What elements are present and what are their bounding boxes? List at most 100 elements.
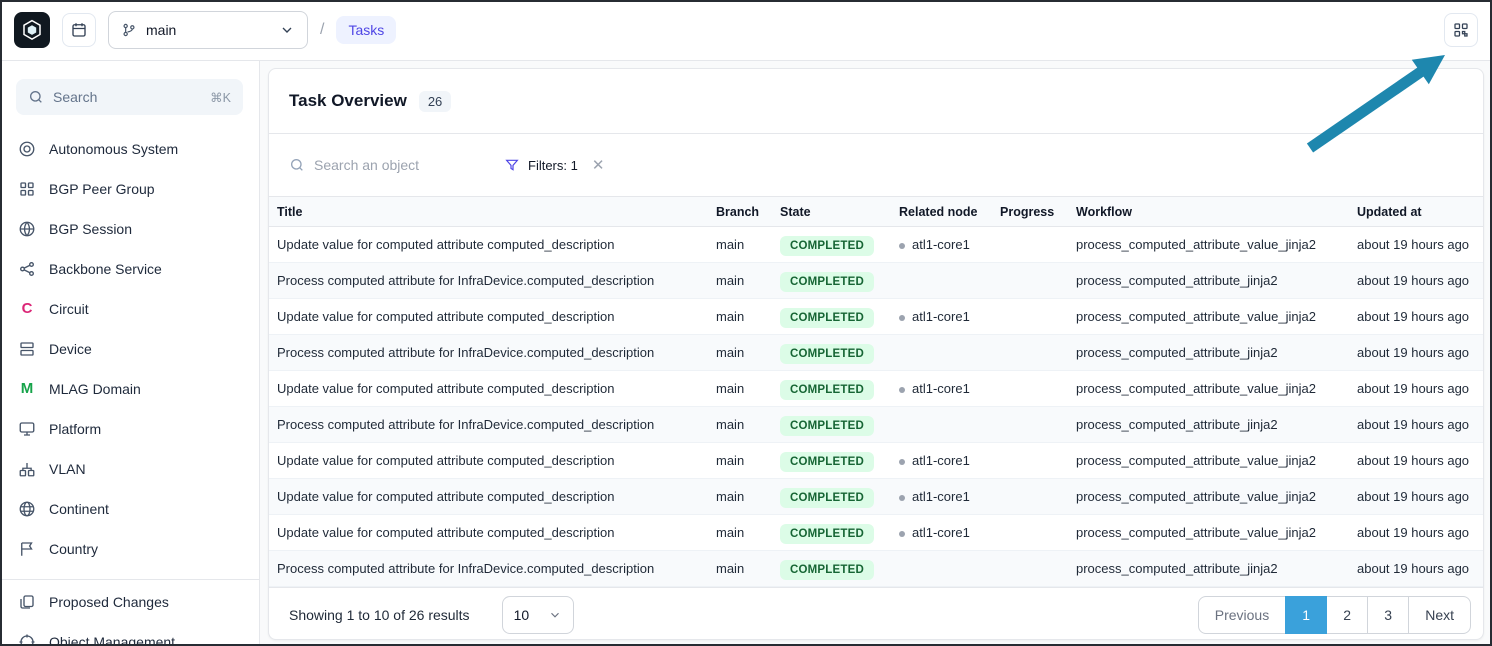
pagination-page-2[interactable]: 2: [1326, 596, 1368, 634]
object-search[interactable]: [289, 147, 504, 183]
app-logo[interactable]: [14, 12, 50, 48]
table-row[interactable]: Process computed attribute for InfraDevi…: [269, 263, 1484, 299]
task-count-badge: 26: [419, 91, 451, 112]
cell-workflow: process_computed_attribute_value_jinja2: [1068, 299, 1349, 335]
sidebar-item-label: Circuit: [49, 301, 89, 317]
table-row[interactable]: Update value for computed attribute comp…: [269, 227, 1484, 263]
filters-button[interactable]: Filters: 1: [504, 157, 578, 173]
cell-related-node: atl1-core1: [891, 371, 992, 407]
sidebar-item-label: Object Management: [49, 634, 175, 646]
cell-title: Update value for computed attribute comp…: [269, 299, 708, 335]
table-row[interactable]: Process computed attribute for InfraDevi…: [269, 407, 1484, 443]
sidebar-item-mlag-domain[interactable]: MMLAG Domain: [0, 369, 259, 409]
sidebar-item-label: Proposed Changes: [49, 594, 169, 610]
sidebar-item-device[interactable]: Device: [0, 329, 259, 369]
git-branch-icon: [121, 22, 137, 38]
sidebar-search[interactable]: Search ⌘K: [16, 79, 243, 115]
related-node-label: atl1-core1: [912, 381, 970, 396]
state-badge: COMPLETED: [780, 524, 874, 544]
sidebar-item-bgp-peer-group[interactable]: BGP Peer Group: [0, 169, 259, 209]
sidebar-item-proposed-changes[interactable]: Proposed Changes: [0, 582, 259, 622]
cell-state: COMPLETED: [772, 335, 891, 371]
cell-state: COMPLETED: [772, 263, 891, 299]
sidebar-item-label: Country: [49, 541, 98, 557]
cell-progress: [992, 335, 1068, 371]
cell-workflow: process_computed_attribute_value_jinja2: [1068, 371, 1349, 407]
branch-selector[interactable]: main: [108, 11, 308, 49]
cell-updated-at: about 19 hours ago: [1349, 227, 1484, 263]
sidebar-item-vlan[interactable]: VLAN: [0, 449, 259, 489]
crosshair-icon: [18, 633, 36, 646]
cell-workflow: process_computed_attribute_value_jinja2: [1068, 515, 1349, 551]
sidebar-item-backbone-service[interactable]: Backbone Service: [0, 249, 259, 289]
cell-state: COMPLETED: [772, 515, 891, 551]
cell-progress: [992, 443, 1068, 479]
cell-title: Update value for computed attribute comp…: [269, 371, 708, 407]
main-content: Task Overview 26 Filters: 1 ✕: [260, 61, 1492, 646]
cell-progress: [992, 371, 1068, 407]
pagination-next[interactable]: Next: [1408, 596, 1471, 634]
sidebar-item-object-management[interactable]: Object Management: [0, 622, 259, 646]
sidebar-item-label: VLAN: [49, 461, 86, 477]
node-dot-icon: [899, 531, 905, 537]
state-badge: COMPLETED: [780, 452, 874, 472]
sidebar-item-label: Autonomous System: [49, 141, 178, 157]
cell-workflow: process_computed_attribute_jinja2: [1068, 407, 1349, 443]
breadcrumb-tasks[interactable]: Tasks: [336, 16, 396, 44]
table-row[interactable]: Update value for computed attribute comp…: [269, 479, 1484, 515]
object-search-input[interactable]: [314, 157, 489, 173]
grid-squares-icon: [18, 180, 36, 198]
cell-title: Update value for computed attribute comp…: [269, 227, 708, 263]
cell-updated-at: about 19 hours ago: [1349, 479, 1484, 515]
table-row[interactable]: Update value for computed attribute comp…: [269, 515, 1484, 551]
cell-workflow: process_computed_attribute_jinja2: [1068, 551, 1349, 587]
related-node-label: atl1-core1: [912, 309, 970, 324]
cell-related-node: atl1-core1: [891, 479, 992, 515]
time-travel-button[interactable]: [62, 13, 96, 47]
page-size-select[interactable]: 10: [502, 596, 574, 634]
card-footer: Showing 1 to 10 of 26 results 10 Previou…: [269, 587, 1483, 640]
cell-branch: main: [708, 443, 772, 479]
globe-lines-icon: [18, 220, 36, 238]
cell-branch: main: [708, 263, 772, 299]
cell-updated-at: about 19 hours ago: [1349, 407, 1484, 443]
cell-state: COMPLETED: [772, 551, 891, 587]
sidebar-item-autonomous-system[interactable]: Autonomous System: [0, 129, 259, 169]
infrahub-logo-icon: [20, 18, 44, 42]
sidebar-item-label: Continent: [49, 501, 109, 517]
pagination-previous[interactable]: Previous: [1198, 596, 1286, 634]
table-row[interactable]: Update value for computed attribute comp…: [269, 443, 1484, 479]
column-header-related-node: Related node: [891, 197, 992, 227]
clear-filters-icon[interactable]: ✕: [592, 158, 605, 173]
cell-title: Update value for computed attribute comp…: [269, 443, 708, 479]
apps-scan-button[interactable]: [1444, 13, 1478, 47]
state-badge: COMPLETED: [780, 272, 874, 292]
table-row[interactable]: Update value for computed attribute comp…: [269, 371, 1484, 407]
cell-branch: main: [708, 479, 772, 515]
related-node-label: atl1-core1: [912, 453, 970, 468]
cell-workflow: process_computed_attribute_value_jinja2: [1068, 479, 1349, 515]
pagination-page-3[interactable]: 3: [1367, 596, 1409, 634]
filters-label: Filters: 1: [528, 158, 578, 173]
cell-progress: [992, 263, 1068, 299]
sidebar-item-continent[interactable]: Continent: [0, 489, 259, 529]
cell-title: Process computed attribute for InfraDevi…: [269, 407, 708, 443]
sidebar-item-bgp-session[interactable]: BGP Session: [0, 209, 259, 249]
mlag-domain-letter-icon: M: [18, 380, 36, 398]
pagination-page-1[interactable]: 1: [1285, 596, 1327, 634]
sidebar-item-country[interactable]: Country: [0, 529, 259, 569]
topbar: main / Tasks: [0, 0, 1492, 61]
sidebar-item-platform[interactable]: Platform: [0, 409, 259, 449]
table-row[interactable]: Update value for computed attribute comp…: [269, 299, 1484, 335]
state-badge: COMPLETED: [780, 416, 874, 436]
results-summary: Showing 1 to 10 of 26 results: [289, 607, 470, 623]
sidebar-nav: Autonomous System BGP Peer GroupBGP Sessi…: [0, 129, 259, 569]
table-row[interactable]: Process computed attribute for InfraDevi…: [269, 551, 1484, 587]
cell-title: Update value for computed attribute comp…: [269, 515, 708, 551]
sidebar-item-label: Device: [49, 341, 92, 357]
cell-related-node: [891, 407, 992, 443]
sidebar-item-circuit[interactable]: CCircuit: [0, 289, 259, 329]
table-row[interactable]: Process computed attribute for InfraDevi…: [269, 335, 1484, 371]
cell-updated-at: about 19 hours ago: [1349, 335, 1484, 371]
cell-branch: main: [708, 407, 772, 443]
